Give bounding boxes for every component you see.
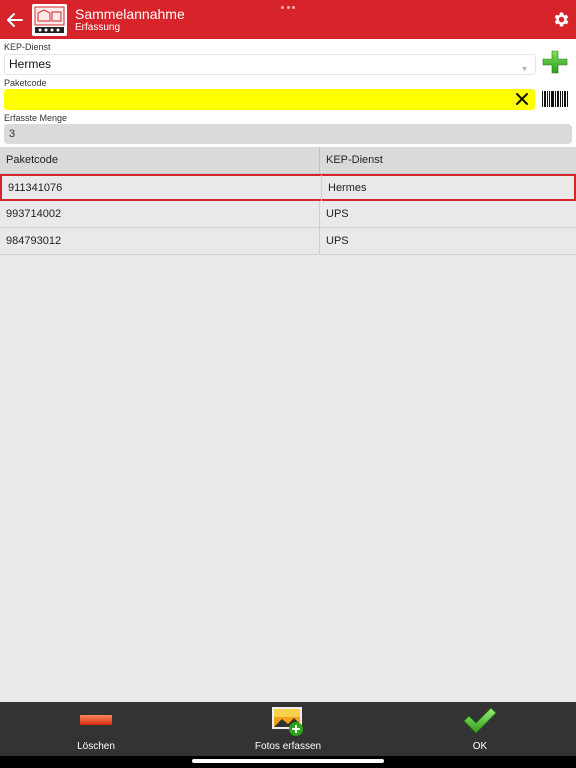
kep-select-value: Hermes [9,57,52,71]
photo-add-icon [272,707,303,736]
chevron-down-icon: ▼ [521,66,528,73]
checkmark-icon [463,707,497,734]
kep-select[interactable]: Hermes ▼ [4,54,536,75]
bottom-toolbar: Löschen Fotos erfassen OK [0,702,576,756]
delete-label: Löschen [77,741,115,752]
arrow-left-icon[interactable] [4,9,26,31]
app-logo [32,4,67,36]
multitask-dots[interactable] [281,6,295,10]
table-header: Paketcode KEP-Dienst [0,147,576,174]
home-indicator[interactable] [192,759,384,763]
package-code-input[interactable] [4,89,535,110]
plus-icon[interactable] [542,50,568,74]
page-title: Sammelannahme [75,6,185,22]
barcode-icon[interactable] [540,89,570,109]
minus-icon [80,715,112,725]
table-row[interactable]: 984793012 UPS [0,228,576,255]
column-header-service[interactable]: KEP-Dienst [319,147,576,174]
ok-button[interactable]: OK [430,702,530,756]
gear-icon[interactable] [552,10,571,29]
qty-field: 3 [4,124,572,144]
close-icon[interactable] [515,92,529,106]
cell-code: 984793012 [6,235,62,247]
qty-label: Erfasste Menge [4,113,68,123]
delete-button[interactable]: Löschen [46,702,146,756]
photo-label: Fotos erfassen [254,741,322,752]
capture-form: KEP-Dienst Hermes ▼ Paketcode Erfasste M… [0,39,576,147]
app-header: Sammelannahme Erfassung [0,0,576,39]
table-row[interactable]: 993714002 UPS [0,201,576,228]
cell-service: UPS [319,201,576,227]
kep-label: KEP-Dienst [4,42,51,52]
cell-code: 911341076 [8,182,63,194]
photo-button[interactable]: Fotos erfassen [238,702,338,756]
cell-service: Hermes [321,175,576,201]
table-row[interactable]: 911341076 Hermes [0,174,576,201]
column-header-code[interactable]: Paketcode [0,147,319,174]
cell-code: 993714002 [6,208,62,220]
cell-service: UPS [319,228,576,254]
ok-label: OK [472,741,488,752]
code-label: Paketcode [4,78,47,88]
page-subtitle: Erfassung [75,22,121,33]
